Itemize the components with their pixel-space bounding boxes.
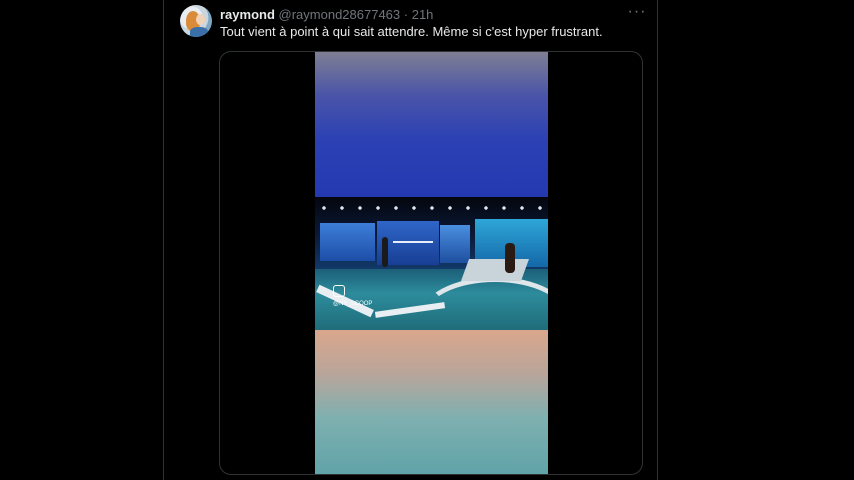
video-player[interactable]: @NY_SCOOP	[219, 51, 643, 475]
plane-graphic	[393, 241, 433, 243]
anchor-figure	[505, 243, 515, 273]
avatar-body	[190, 27, 208, 37]
studio-screen	[320, 223, 375, 261]
tweet-header: raymond @raymond28677463 · 21h	[220, 7, 433, 22]
avatar[interactable]	[180, 5, 212, 37]
video-content: @NY_SCOOP	[315, 197, 548, 330]
video-frame: @NY_SCOOP	[315, 52, 548, 474]
tweet-text: Tout vient à point à qui sait attendre. …	[220, 24, 603, 39]
video-blur-top	[315, 52, 548, 197]
video-watermark: @NY_SCOOP	[333, 301, 373, 307]
author-name[interactable]: raymond	[220, 7, 275, 22]
more-options-icon[interactable]: ···	[627, 4, 647, 23]
header-separator: ·	[400, 7, 412, 22]
news-desk	[460, 259, 530, 281]
studio-lights	[315, 205, 548, 211]
video-blur-bottom	[315, 330, 548, 474]
author-handle[interactable]: @raymond28677463	[279, 7, 401, 22]
instagram-icon	[333, 285, 345, 297]
tweet-time[interactable]: 21h	[412, 7, 434, 22]
avatar-face	[196, 14, 205, 25]
presenter-figure	[382, 237, 388, 267]
studio-screen	[440, 225, 470, 263]
